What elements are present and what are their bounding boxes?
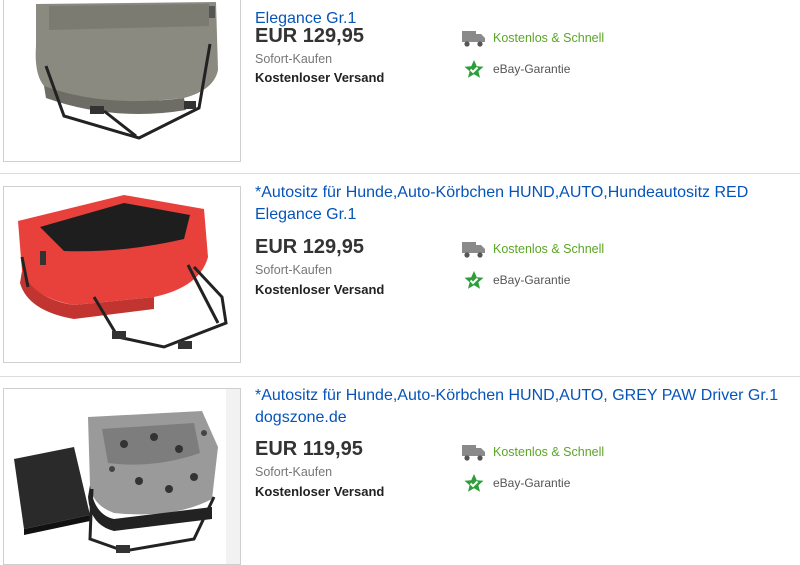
free-fast-shipping-label: Kostenlos & Schnell [493, 445, 605, 459]
ebay-guarantee-label: eBay-Garantie [493, 273, 571, 287]
guarantee-star-icon [462, 270, 486, 290]
shipping-info: Kostenloser Versand [255, 282, 385, 297]
ebay-guarantee-label: eBay-Garantie [493, 476, 571, 490]
listing-title[interactable]: *Autositz für Hunde,Auto-Körbchen HUND,A… [255, 182, 800, 226]
free-fast-shipping: Kostenlos & Schnell [462, 442, 604, 462]
ebay-guarantee: eBay-Garantie [462, 473, 570, 493]
product-image[interactable] [3, 186, 241, 363]
truck-icon [462, 239, 486, 259]
product-image[interactable] [3, 388, 241, 565]
free-fast-shipping-label: Kostenlos & Schnell [493, 31, 605, 45]
guarantee-star-icon [462, 473, 486, 493]
free-fast-shipping: Kostenlos & Schnell [462, 239, 604, 259]
buy-format: Sofort-Kaufen [255, 52, 333, 66]
listing-title-line: *Autositz für Hunde,Auto-Körbchen HUND,A… [255, 184, 749, 201]
buy-format: Sofort-Kaufen [255, 465, 333, 479]
ebay-guarantee: eBay-Garantie [462, 59, 570, 79]
listing-title[interactable]: *Autositz für Hunde,Auto-Körbchen HUND,A… [255, 385, 800, 429]
listing-title-line: *Autositz für Hunde,Auto-Körbchen HUND,A… [255, 387, 779, 404]
listing-divider [0, 173, 800, 174]
ebay-guarantee-label: eBay-Garantie [493, 62, 571, 76]
free-fast-shipping: Kostenlos & Schnell [462, 28, 604, 48]
truck-icon [462, 28, 486, 48]
product-image[interactable] [3, 0, 241, 162]
listing-price: EUR 119,95 [255, 438, 363, 460]
guarantee-star-icon [462, 59, 486, 79]
shipping-info: Kostenloser Versand [255, 70, 385, 85]
shipping-info: Kostenloser Versand [255, 484, 385, 499]
truck-icon [462, 442, 486, 462]
ebay-guarantee: eBay-Garantie [462, 270, 570, 290]
listing-title-line: Elegance Gr.1 [255, 206, 357, 223]
listing-title-line: dogszone.de [255, 409, 347, 426]
listing-divider [0, 376, 800, 377]
listing-price: EUR 129,95 [255, 236, 364, 258]
free-fast-shipping-label: Kostenlos & Schnell [493, 242, 605, 256]
listing-price: EUR 129,95 [255, 25, 364, 47]
buy-format: Sofort-Kaufen [255, 263, 333, 277]
